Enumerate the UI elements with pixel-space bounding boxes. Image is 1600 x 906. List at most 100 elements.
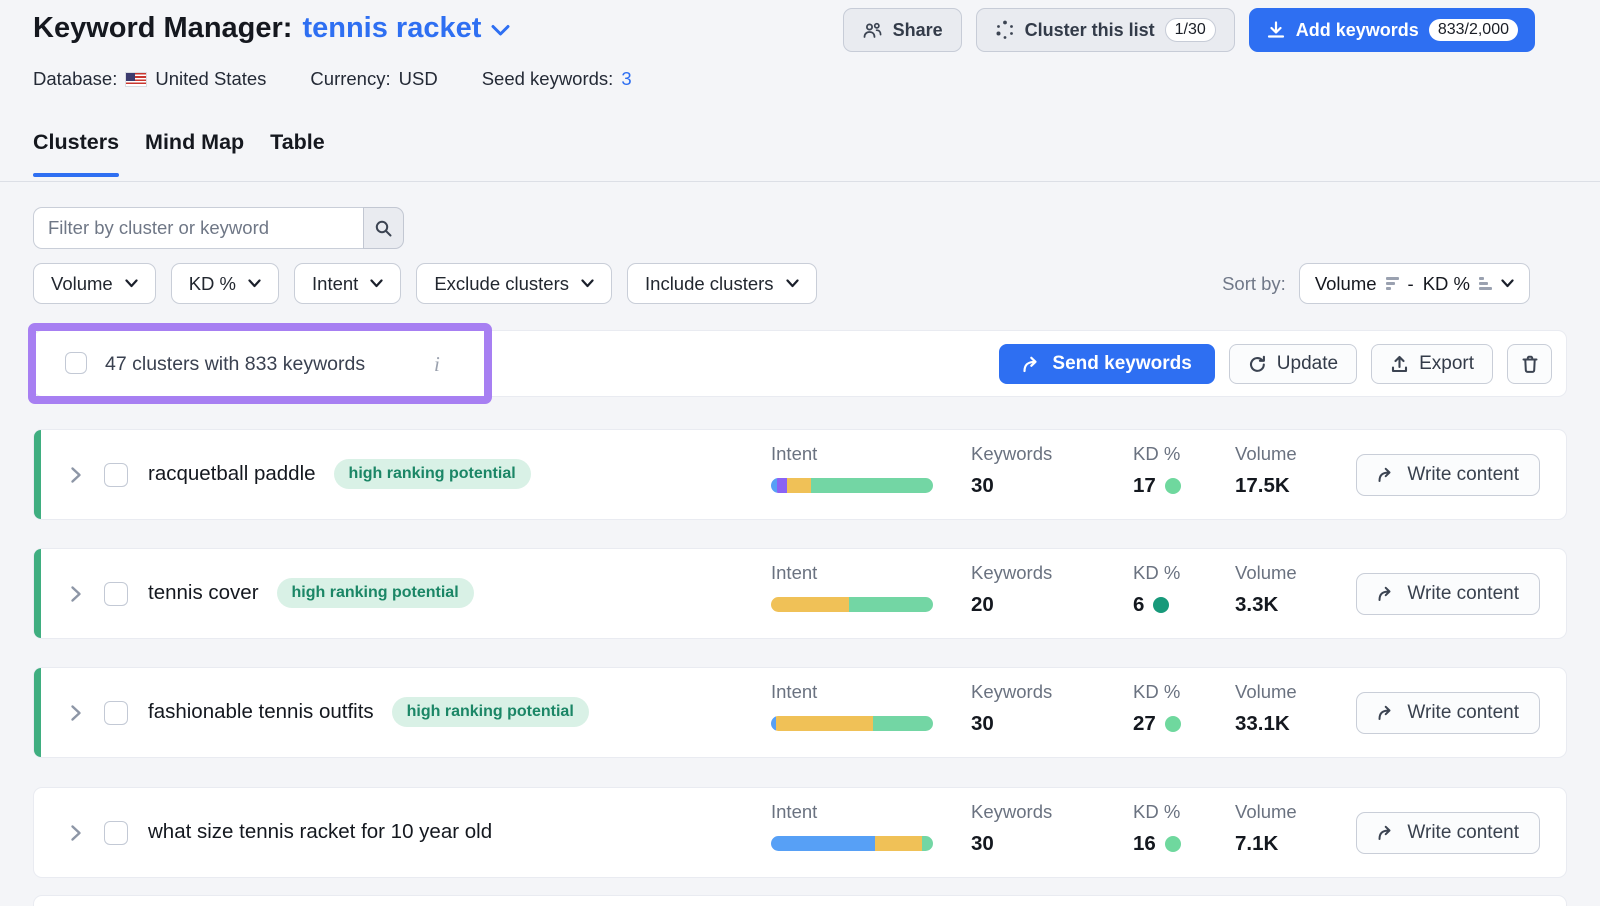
delete-button[interactable]	[1507, 344, 1552, 384]
intent-bar	[771, 597, 933, 612]
add-keywords-label: Add keywords	[1296, 20, 1419, 41]
cluster-count-badge: 1/30	[1165, 18, 1216, 42]
sort-asc-icon	[1479, 277, 1492, 290]
add-keywords-button[interactable]: Add keywords 833/2,000	[1249, 8, 1535, 52]
cluster-this-list-label: Cluster this list	[1025, 20, 1155, 41]
write-content-arrow-icon	[1377, 467, 1396, 483]
database-meta: Database: United States	[33, 68, 266, 90]
intent-bar	[771, 836, 933, 851]
chevron-down-icon[interactable]	[491, 24, 510, 37]
kd-value: 17	[1133, 474, 1156, 498]
filter-intent[interactable]: Intent	[294, 263, 401, 304]
keywords-label: Keywords	[971, 443, 1052, 465]
kd-dot	[1165, 716, 1181, 732]
intent-segment-commercial	[776, 716, 873, 731]
kd-value: 6	[1133, 593, 1144, 617]
keywords-column: Keywords 20	[971, 562, 1052, 617]
tab-table[interactable]: Table	[270, 130, 325, 177]
expand-chevron-icon[interactable]	[70, 704, 82, 722]
cluster-name[interactable]: racquetball paddle	[148, 462, 316, 486]
update-button[interactable]: Update	[1229, 344, 1357, 384]
share-icon	[862, 21, 883, 39]
volume-value: 33.1K	[1235, 712, 1297, 736]
cluster-card: fashionable tennis outfits high ranking …	[33, 667, 1567, 758]
keywords-label: Keywords	[971, 562, 1052, 584]
intent-segment-informational	[771, 836, 875, 851]
write-content-button[interactable]: Write content	[1356, 692, 1540, 734]
intent-segment-transactional	[873, 716, 933, 731]
write-content-button[interactable]: Write content	[1356, 573, 1540, 615]
sort-select[interactable]: Volume - KD %	[1299, 263, 1530, 304]
kd-value: 27	[1133, 712, 1156, 736]
keywords-value: 30	[971, 474, 1052, 498]
kd-column: KD % 27	[1133, 681, 1181, 736]
write-content-button[interactable]: Write content	[1356, 812, 1540, 854]
sort-secondary-value: KD %	[1423, 273, 1470, 295]
chevron-down-icon	[581, 279, 594, 288]
expand-chevron-icon[interactable]	[70, 585, 82, 603]
kd-dot	[1165, 478, 1181, 494]
cluster-checkbox[interactable]	[104, 821, 128, 845]
filter-kd[interactable]: KD %	[171, 263, 279, 304]
keywords-column: Keywords 30	[971, 681, 1052, 736]
seed-keywords-value[interactable]: 3	[621, 68, 631, 90]
intent-segment-transactional	[849, 597, 933, 612]
chevron-down-icon	[370, 279, 383, 288]
page-title-label: Keyword Manager:	[33, 12, 292, 45]
info-icon[interactable]: i	[434, 352, 440, 377]
filter-input[interactable]	[33, 207, 363, 249]
keywords-value: 30	[971, 712, 1052, 736]
cluster-checkbox[interactable]	[104, 582, 128, 606]
filter-exclude-clusters-label: Exclude clusters	[434, 273, 569, 295]
page-title: Keyword Manager: tennis racket	[33, 12, 510, 45]
tab-clusters[interactable]: Clusters	[33, 130, 119, 177]
sort-by-label: Sort by:	[1222, 273, 1286, 295]
search-button[interactable]	[363, 207, 404, 249]
send-keywords-button[interactable]: Send keywords	[999, 344, 1214, 384]
action-buttons: Send keywords Update Export	[999, 344, 1552, 384]
send-arrow-icon	[1022, 356, 1042, 373]
expand-chevron-icon[interactable]	[70, 466, 82, 484]
currency-value: USD	[399, 68, 438, 90]
filter-exclude-clusters[interactable]: Exclude clusters	[416, 263, 612, 304]
filter-volume[interactable]: Volume	[33, 263, 156, 304]
select-all-checkbox[interactable]	[65, 352, 87, 374]
share-button[interactable]: Share	[843, 8, 962, 52]
volume-column: Volume 3.3K	[1235, 562, 1297, 617]
kd-dot	[1153, 597, 1169, 613]
write-content-label: Write content	[1407, 702, 1519, 724]
cluster-checkbox[interactable]	[104, 701, 128, 725]
volume-label: Volume	[1235, 681, 1297, 703]
filter-dropdowns: Volume KD % Intent Exclude clusters Incl…	[33, 263, 817, 304]
volume-column: Volume 17.5K	[1235, 443, 1297, 498]
intent-column: Intent	[771, 562, 933, 612]
keywords-value: 20	[971, 593, 1052, 617]
cluster-name[interactable]: tennis cover	[148, 581, 259, 605]
filter-bar	[33, 207, 404, 249]
filter-include-clusters[interactable]: Include clusters	[627, 263, 817, 304]
cluster-card: tennis cover high ranking potential Inte…	[33, 548, 1567, 639]
cluster-this-list-button[interactable]: Cluster this list 1/30	[976, 8, 1235, 52]
currency-label: Currency:	[310, 68, 390, 90]
tabs-divider	[0, 181, 1600, 182]
tab-mind-map[interactable]: Mind Map	[145, 130, 244, 177]
write-content-label: Write content	[1407, 822, 1519, 844]
view-tabs: Clusters Mind Map Table	[33, 130, 325, 177]
keywords-label: Keywords	[971, 681, 1052, 703]
write-content-button[interactable]: Write content	[1356, 454, 1540, 496]
chevron-down-icon	[125, 279, 138, 288]
expand-chevron-icon[interactable]	[70, 824, 82, 842]
cluster-name[interactable]: what size tennis racket for 10 year old	[148, 820, 492, 844]
intent-segment-navigational	[777, 478, 787, 493]
keyword-list-name[interactable]: tennis racket	[302, 12, 481, 45]
chevron-down-icon	[786, 279, 799, 288]
keywords-label: Keywords	[971, 801, 1052, 823]
cluster-name[interactable]: fashionable tennis outfits	[148, 700, 374, 724]
database-value: United States	[155, 68, 266, 90]
intent-segment-transactional	[811, 478, 933, 493]
refresh-icon	[1248, 355, 1267, 374]
trash-icon	[1521, 355, 1539, 374]
cluster-checkbox[interactable]	[104, 463, 128, 487]
cluster-accent-bar	[34, 430, 41, 519]
export-button[interactable]: Export	[1371, 344, 1493, 384]
